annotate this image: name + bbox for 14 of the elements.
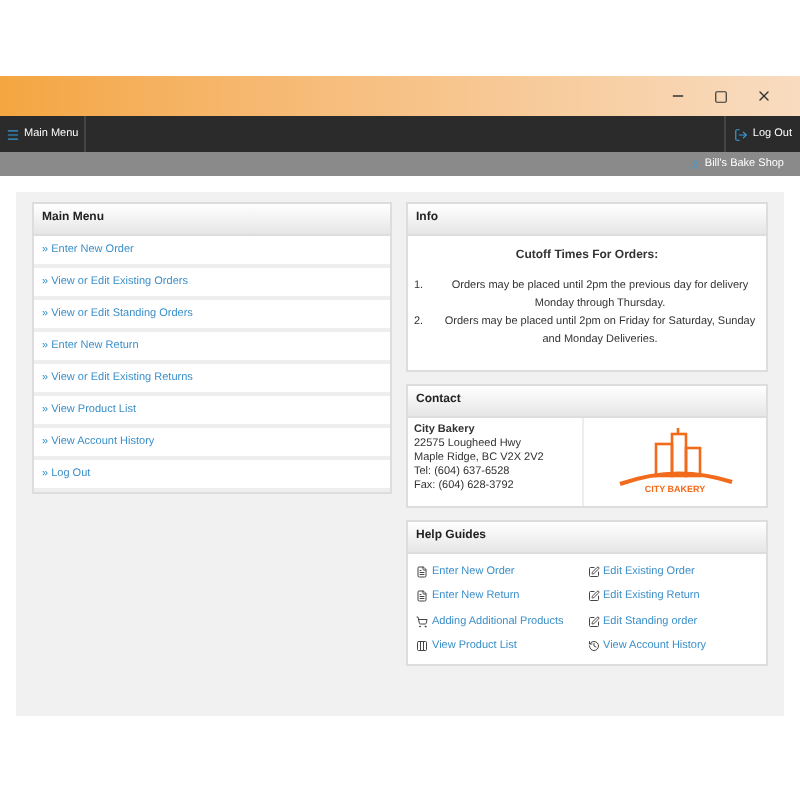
document-icon bbox=[416, 590, 428, 603]
list-icon bbox=[416, 639, 428, 652]
maximize-icon[interactable] bbox=[714, 89, 728, 103]
user-icon bbox=[690, 159, 701, 169]
edit-icon bbox=[587, 615, 599, 628]
cart-icon bbox=[416, 615, 428, 628]
edit-icon bbox=[587, 566, 599, 579]
close-icon[interactable] bbox=[756, 88, 772, 104]
menu-icon bbox=[6, 127, 20, 141]
logout-icon bbox=[734, 127, 749, 141]
edit-icon bbox=[587, 590, 599, 603]
history-icon bbox=[587, 639, 599, 652]
document-icon bbox=[416, 566, 428, 579]
city-skyline-icon bbox=[615, 427, 735, 488]
